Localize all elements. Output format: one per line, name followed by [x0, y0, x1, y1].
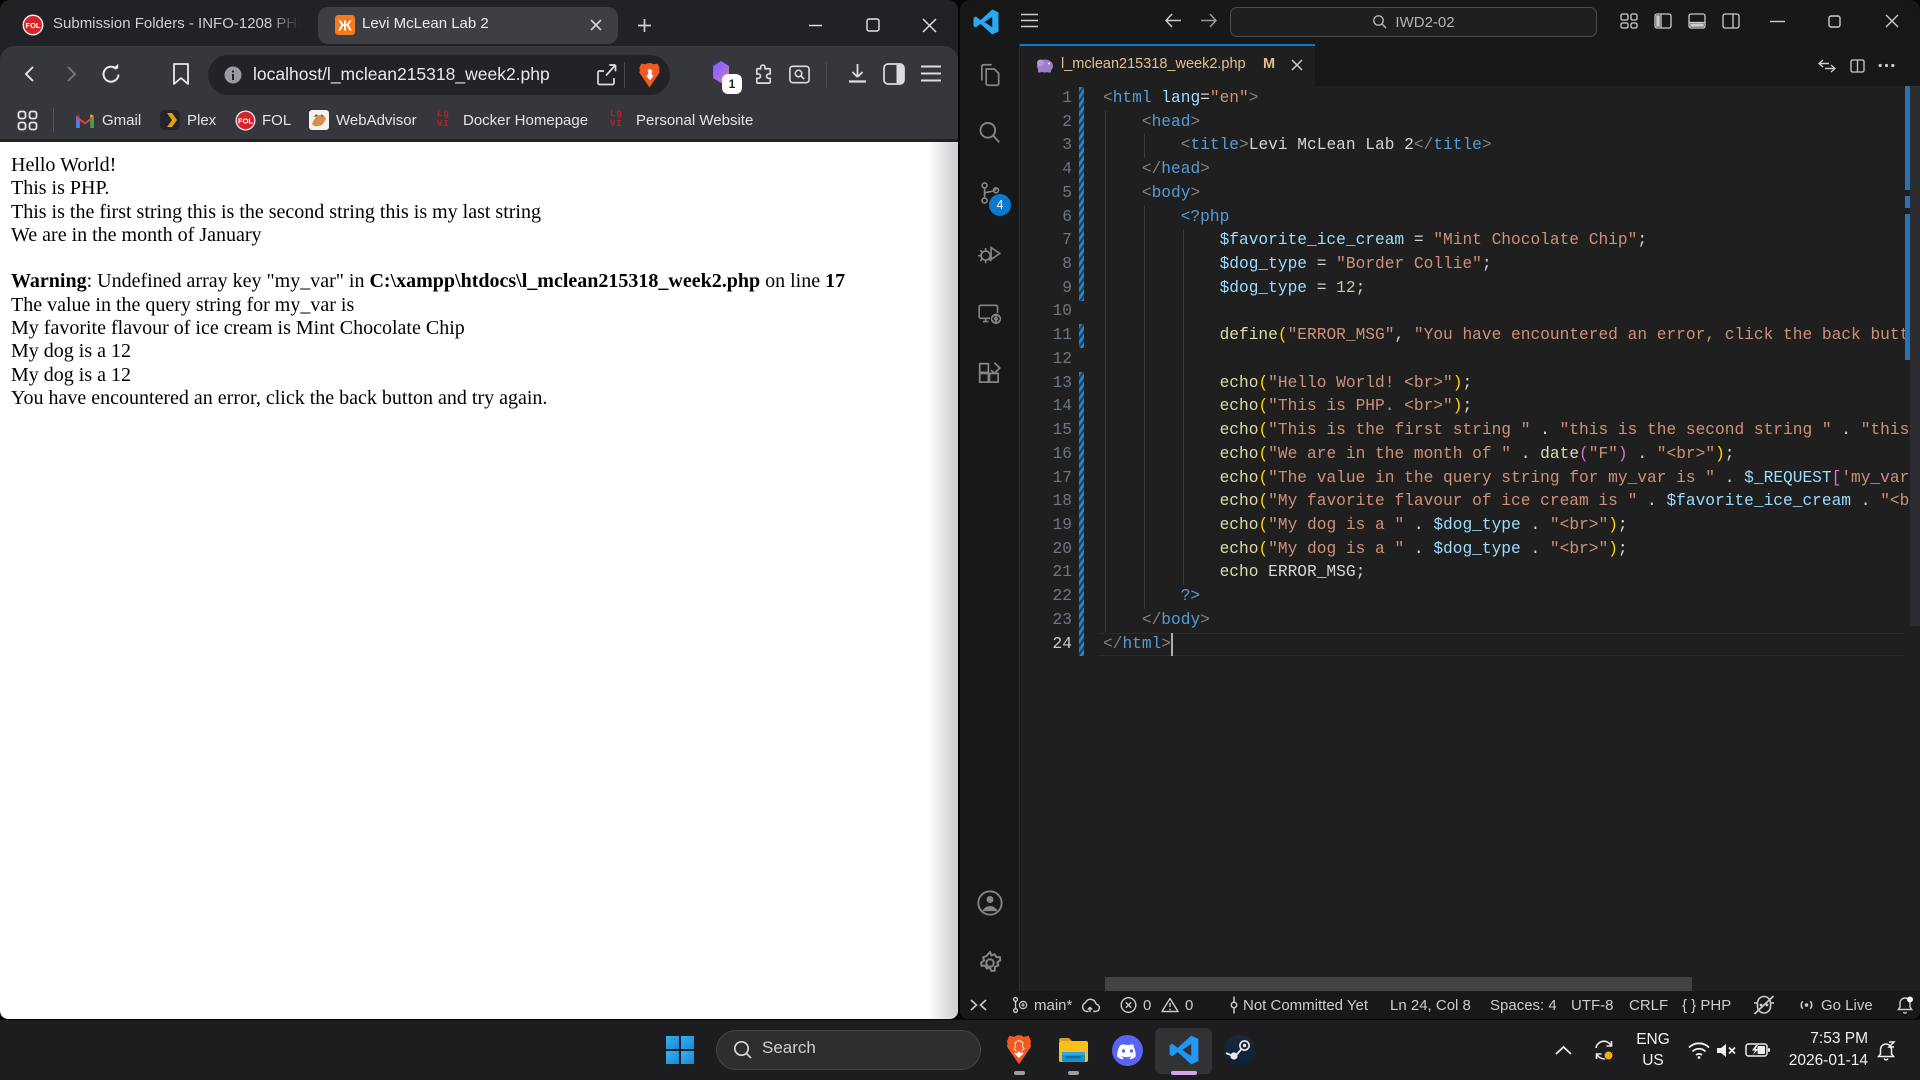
- svg-text:FOL: FOL: [26, 21, 41, 30]
- svg-text:FOL: FOL: [238, 117, 253, 126]
- svg-text:Ж: Ж: [337, 18, 352, 35]
